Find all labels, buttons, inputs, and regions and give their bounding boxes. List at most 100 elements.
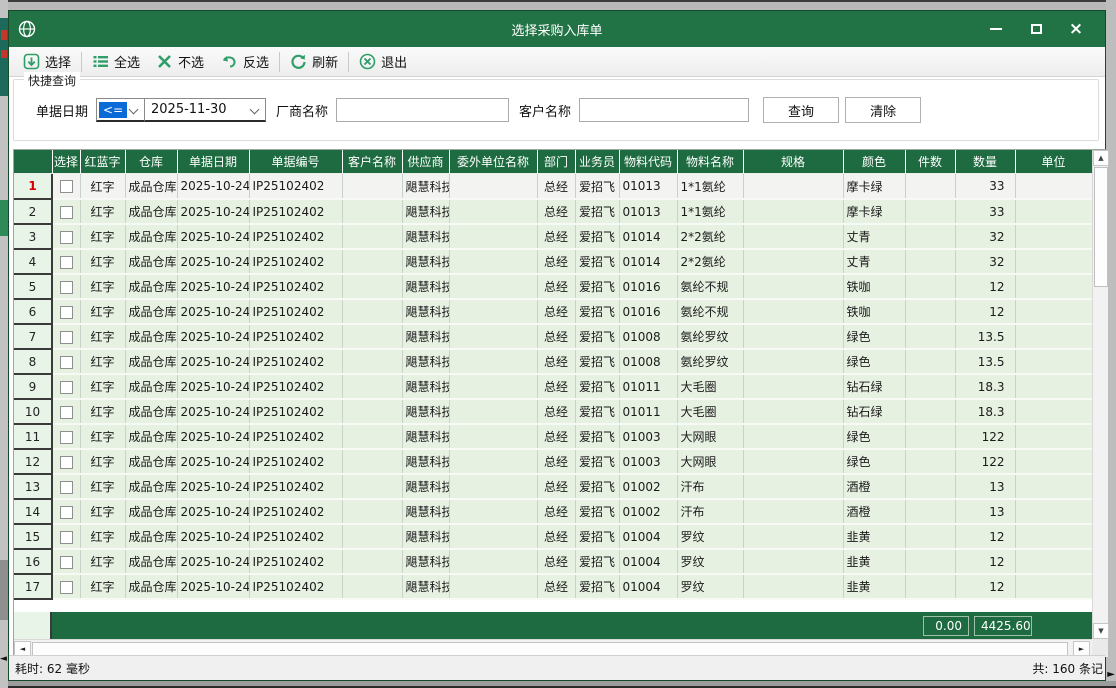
- date-operator-select[interactable]: <=: [96, 98, 145, 122]
- vertical-scrollbar-thumb[interactable]: [1094, 167, 1108, 287]
- cell-qty[interactable]: 12: [955, 299, 1015, 324]
- cell-qty[interactable]: 13.5: [955, 349, 1015, 374]
- search-button[interactable]: 查询: [763, 97, 839, 123]
- cell-qty[interactable]: 12: [955, 574, 1015, 599]
- cell-unit[interactable]: [1015, 299, 1092, 324]
- cell-mat_code[interactable]: 01002: [619, 474, 677, 499]
- cell-qty[interactable]: 32: [955, 249, 1015, 274]
- cell-spec[interactable]: [743, 574, 843, 599]
- row-number[interactable]: 15: [14, 524, 52, 549]
- cell-supplier[interactable]: 飓慧科技: [402, 174, 449, 199]
- cell-supplier[interactable]: 飓慧科技: [402, 399, 449, 424]
- cell-red_blue[interactable]: 红字: [80, 499, 125, 524]
- cell-supplier[interactable]: 飓慧科技: [402, 449, 449, 474]
- select-button[interactable]: 选择: [15, 49, 79, 74]
- cell-mat_code[interactable]: 01003: [619, 424, 677, 449]
- row-number[interactable]: 17: [14, 574, 52, 599]
- cell-date[interactable]: 2025-10-24: [177, 524, 249, 549]
- cell-warehouse[interactable]: 成品仓库: [125, 574, 177, 599]
- cell-date[interactable]: 2025-10-24: [177, 549, 249, 574]
- row-checkbox[interactable]: [60, 356, 73, 369]
- cell-date[interactable]: 2025-10-24: [177, 199, 249, 224]
- cell-outsource[interactable]: [449, 349, 537, 374]
- cell-spec[interactable]: [743, 524, 843, 549]
- cell-mat_code[interactable]: 01004: [619, 549, 677, 574]
- cell-qty[interactable]: 122: [955, 424, 1015, 449]
- cell-mat_name[interactable]: 罗纹: [677, 574, 743, 599]
- cell-dept[interactable]: 总经: [537, 199, 575, 224]
- cell-qty[interactable]: 18.3: [955, 399, 1015, 424]
- column-header[interactable]: 供应商: [402, 150, 449, 174]
- horizontal-scrollbar-thumb[interactable]: [32, 642, 1068, 656]
- row-number[interactable]: 10: [14, 399, 52, 424]
- cell-mat_name[interactable]: 1*1氨纶: [677, 174, 743, 199]
- cell-customer[interactable]: [342, 474, 402, 499]
- cell-supplier[interactable]: 飓慧科技: [402, 374, 449, 399]
- cell-customer[interactable]: [342, 524, 402, 549]
- cell-unit[interactable]: [1015, 449, 1092, 474]
- cell-date[interactable]: 2025-10-24: [177, 374, 249, 399]
- cell-unit[interactable]: [1015, 224, 1092, 249]
- cell-qty[interactable]: 32: [955, 224, 1015, 249]
- cell-supplier[interactable]: 飓慧科技: [402, 274, 449, 299]
- cell-outsource[interactable]: [449, 574, 537, 599]
- cell-red_blue[interactable]: 红字: [80, 399, 125, 424]
- cell-warehouse[interactable]: 成品仓库: [125, 449, 177, 474]
- cell-salesman[interactable]: 爱招飞: [575, 299, 619, 324]
- cell-color[interactable]: 铁咖: [843, 299, 905, 324]
- cell-pieces[interactable]: [905, 349, 955, 374]
- cell-warehouse[interactable]: 成品仓库: [125, 424, 177, 449]
- cell-unit[interactable]: [1015, 524, 1092, 549]
- row-checkbox[interactable]: [60, 506, 73, 519]
- cell-mat_code[interactable]: 01014: [619, 249, 677, 274]
- cell-pieces[interactable]: [905, 224, 955, 249]
- cell-unit[interactable]: [1015, 574, 1092, 599]
- cell-salesman[interactable]: 爱招飞: [575, 424, 619, 449]
- cell-pieces[interactable]: [905, 474, 955, 499]
- cell-doc_no[interactable]: IP25102402: [249, 224, 342, 249]
- cell-mat_name[interactable]: 2*2氨纶: [677, 224, 743, 249]
- cell-unit[interactable]: [1015, 274, 1092, 299]
- cell-dept[interactable]: 总经: [537, 274, 575, 299]
- cell-mat_code[interactable]: 01004: [619, 574, 677, 599]
- cell-customer[interactable]: [342, 399, 402, 424]
- cell-color[interactable]: 绿色: [843, 424, 905, 449]
- minimize-button[interactable]: [981, 16, 1011, 42]
- cell-unit[interactable]: [1015, 399, 1092, 424]
- column-header[interactable]: 单位: [1015, 150, 1092, 174]
- column-header[interactable]: 件数: [905, 150, 955, 174]
- cell-color[interactable]: 摩卡绿: [843, 199, 905, 224]
- select-all-button[interactable]: 全选: [84, 49, 148, 74]
- cell-salesman[interactable]: 爱招飞: [575, 224, 619, 249]
- cell-warehouse[interactable]: 成品仓库: [125, 324, 177, 349]
- column-header[interactable]: 物料代码: [619, 150, 677, 174]
- cell-salesman[interactable]: 爱招飞: [575, 574, 619, 599]
- cell-pieces[interactable]: [905, 374, 955, 399]
- cell-doc_no[interactable]: IP25102402: [249, 549, 342, 574]
- cell-salesman[interactable]: 爱招飞: [575, 324, 619, 349]
- cell-outsource[interactable]: [449, 174, 537, 199]
- cell-warehouse[interactable]: 成品仓库: [125, 299, 177, 324]
- cell-mat_code[interactable]: 01016: [619, 274, 677, 299]
- cell-unit[interactable]: [1015, 174, 1092, 199]
- customer-input[interactable]: [579, 98, 749, 122]
- invert-selection-button[interactable]: 反选: [212, 49, 277, 74]
- cell-doc_no[interactable]: IP25102402: [249, 324, 342, 349]
- cell-salesman[interactable]: 爱招飞: [575, 449, 619, 474]
- cell-unit[interactable]: [1015, 249, 1092, 274]
- cell-qty[interactable]: 12: [955, 524, 1015, 549]
- cell-supplier[interactable]: 飓慧科技: [402, 574, 449, 599]
- cell-customer[interactable]: [342, 374, 402, 399]
- column-header[interactable]: 单据日期: [177, 150, 249, 174]
- maximize-button[interactable]: [1021, 16, 1051, 42]
- cell-dept[interactable]: 总经: [537, 299, 575, 324]
- deselect-button[interactable]: 不选: [148, 49, 212, 74]
- cell-mat_code[interactable]: 01011: [619, 374, 677, 399]
- row-checkbox[interactable]: [60, 331, 73, 344]
- cell-spec[interactable]: [743, 549, 843, 574]
- cell-spec[interactable]: [743, 324, 843, 349]
- cell-supplier[interactable]: 飓慧科技: [402, 524, 449, 549]
- row-number[interactable]: 3: [14, 224, 52, 249]
- cell-color[interactable]: 铁咖: [843, 274, 905, 299]
- cell-doc_no[interactable]: IP25102402: [249, 424, 342, 449]
